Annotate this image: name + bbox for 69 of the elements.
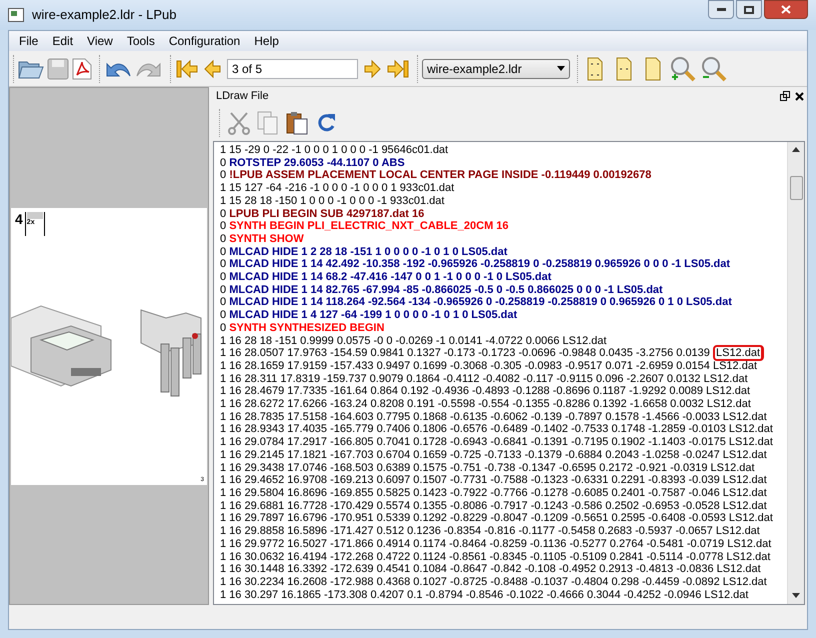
close-button[interactable] [764, 0, 808, 19]
code-line: 0 MLCAD HIDE 1 14 68.2 -47.416 -147 0 0 1 -1 0 0 0 -1 0 LS05.dat [220, 271, 552, 284]
code-line: 0 SYNTH BEGIN PLI_ELECTRIC_NXT_CABLE_20CM 16 [220, 220, 509, 233]
code-line: 0 MLCAD HIDE 1 14 82.765 -67.994 -85 -0.866025 -0.5 0 -0.5 0.866025 0 0 0 -1 LS05.dat [220, 284, 663, 296]
code-line: 1 15 127 -64 -216 -1 0 0 0 -1 0 0 0 1 933c01.dat [220, 182, 454, 195]
menu-item[interactable]: Edit [46, 32, 80, 50]
copy-icon[interactable] [257, 111, 279, 135]
window-title: wire-example2.ldr - LPub [32, 6, 177, 24]
menu-item[interactable]: Tools [120, 32, 161, 50]
code-line: 1 16 28 18 -151 0.9999 0.0575 -0 0 -0.0269 -1 0.0141 -4.0722 0.0066 LS12.dat [220, 334, 607, 348]
zoom-in-icon[interactable] [669, 56, 697, 82]
minimize-button[interactable] [708, 0, 734, 19]
restore-icon[interactable] [780, 91, 790, 101]
menu-item[interactable]: File [13, 32, 44, 50]
scissors-icon[interactable] [227, 111, 251, 135]
code-line: 0 SYNTH SYNTHESIZED BEGIN [220, 322, 384, 335]
code-line: 0 SYNTH SHOW [220, 232, 304, 246]
code-line: 1 16 29.5804 16.8696 -169.855 0.5825 0.1423 -0.7922 -0.7766 -0.1278 -0.6085 0.2401 -0.7587 -0.046 LS12.dat [220, 486, 767, 500]
code-line: 0 MLCAD HIDE 1 2 28 18 -151 1 0 0 0 0 -1 0 1 0 LS05.dat [220, 246, 508, 258]
zoom-out-icon[interactable] [700, 56, 728, 82]
menu-item[interactable]: Configuration [162, 32, 246, 50]
code-line: 1 16 28.6272 17.6266 -163.24 0.8208 0.191 -0.5598 -0.554 -0.1355 -0.8286 0.1392 -1.6658 0.0032 LS12.dat [220, 398, 751, 411]
vertical-scrollbar[interactable] [787, 142, 804, 604]
code-line: 1 15 28 18 -150 1 0 0 0 -1 0 0 0 -1 933c01.dat [220, 194, 444, 208]
close-icon[interactable] [795, 92, 804, 100]
code-line: 0 MLCAD HIDE 1 14 118.264 -92.564 -134 -0.965926 0 -0.258819 -0.258819 0 0.965926 0 1 0 LS05.dat [220, 296, 732, 310]
menu-item[interactable]: Help [248, 32, 285, 50]
code-line: 0 MLCAD HIDE 1 14 42.492 -10.358 -192 -0.965926 -0.258819 0 -0.258819 0.965926 0 0 0 -1 LS05.dat [220, 258, 730, 272]
code-line: 1 16 29.0784 17.2917 -166.805 0.7041 0.1728 -0.6943 -0.6841 -0.1391 -0.7195 0.1902 -1.1403 -0.0175 LS12.dat [220, 436, 773, 449]
code-line: 1 16 28.1659 17.9159 -157.433 0.9497 0.1699 -0.3068 -0.305 -0.0983 -0.9517 0.071 -2.6959 0.0154 LS12.dat [220, 360, 758, 373]
code-line: 0 LPUB PLI BEGIN SUB 4297187.dat 16 [220, 208, 424, 220]
code-line: 1 16 30.1448 16.3392 -172.639 0.4541 0.1084 -0.8647 -0.842 -0.108 -0.4952 0.2913 -0.4813 -0.0836 LS12.dat [220, 563, 761, 576]
code-line: 1 16 28.0507 17.9763 -154.59 0.9841 0.1327 -0.173 -0.1723 -0.0696 -0.9848 0.0435 -3.2756 0.0139 LS12.dat [220, 347, 764, 360]
save-icon[interactable] [47, 58, 69, 80]
last-page-icon[interactable] [386, 58, 410, 80]
code-editor[interactable] [213, 141, 805, 605]
code-line: 0 MLCAD HIDE 1 4 127 -64 -199 1 0 0 0 0 -1 0 1 0 LS05.dat [220, 309, 518, 322]
code-line: 1 16 29.6881 16.7728 -170.429 0.5574 0.1355 -0.8086 -0.7917 -0.1243 -0.586 0.2502 -0.6953 -0.0528 LS12.dat [220, 500, 767, 512]
code-line: 1 16 29.4652 16.9708 -169.213 0.6097 0.1507 -0.7731 -0.7588 -0.1323 -0.6331 0.2291 -0.8393 -0.039 LS12.dat [220, 474, 767, 487]
maximize-button[interactable] [736, 0, 762, 19]
code-line: 0 ROTSTEP 29.6053 -44.1107 0 ABS [220, 156, 405, 170]
code-line: 1 16 28.4679 17.7335 -161.64 0.864 0.192 -0.4936 -0.4893 -0.1288 -0.8696 0.1187 -1.9292 0.0089 LS12.dat [220, 385, 750, 398]
code-line: 1 16 29.8858 16.5896 -171.427 0.512 0.1236 -0.8354 -0.816 -0.1177 -0.5458 0.2683 -0.5937 -0.0657 LS12.dat [220, 525, 760, 538]
pdf-icon[interactable] [72, 58, 92, 80]
code-line: 1 16 29.2145 17.1821 -167.703 0.6704 0.1659 -0.725 -0.7133 -0.1379 -0.6884 0.2043 -1.0258 -0.0247 LS12.dat [220, 448, 767, 462]
menu-item[interactable]: View [81, 32, 119, 50]
scroll-up-icon[interactable] [792, 147, 800, 152]
code-line: 1 15 -29 0 -22 -1 0 0 0 1 0 0 0 -1 95646c01.dat [220, 144, 448, 157]
scroll-down-icon[interactable] [792, 593, 800, 598]
code-line: 1 16 29.9772 16.5027 -171.866 0.4914 0.1174 -0.8464 -0.8259 -0.1136 -0.5277 0.2764 -0.5481 -0.0719 LS12.dat [220, 538, 772, 550]
file-dropdown[interactable]: wire-example2.ldr [422, 58, 570, 78]
paste-icon[interactable] [285, 111, 309, 135]
dropdown-arrow-icon [557, 66, 565, 71]
scrollbar-thumb[interactable] [790, 176, 802, 200]
page-number-field[interactable]: 3 of 5 [227, 58, 358, 78]
dock-title: LDraw File [216, 88, 269, 104]
first-page-icon[interactable] [175, 58, 199, 80]
step-number: 4 [15, 212, 23, 226]
code-line: 1 16 28.7835 17.5158 -164.603 0.7795 0.1868 -0.6135 -0.6062 -0.139 -0.7897 0.1578 -1.4566 -0.0033 LS12.dat [220, 410, 767, 424]
code-line: 1 16 30.297 16.1865 -173.308 0.4207 0.1 -0.8794 -0.8546 -0.1022 -0.4666 0.3044 -0.4252 -0.0946 LS12.dat [220, 588, 748, 602]
code-line: 1 16 28.9343 17.4035 -165.779 0.7406 0.1806 -0.6576 -0.6489 -0.1402 -0.7533 0.1748 -1.2859 -0.0103 LS12.dat [220, 423, 773, 436]
code-line: 1 16 30.0632 16.4194 -172.268 0.4722 0.1124 -0.8561 -0.8345 -0.1105 -0.5109 0.2841 -0.5114 -0.0778 LS12.dat [220, 550, 770, 564]
code-line: 1 16 29.3438 17.0746 -168.503 0.6389 0.1575 -0.751 -0.738 -0.1347 -0.6595 0.2172 -0.921 -0.0319 LS12.dat [220, 462, 755, 474]
code-line: 0 !LPUB ASSEM PLACEMENT LOCAL CENTER PAGE INSIDE -0.119449 0.00192678 [220, 169, 652, 182]
close-icon [781, 5, 791, 14]
code-line: 1 16 29.7897 16.6796 -170.951 0.5339 0.1292 -0.8229 -0.8047 -0.1209 -0.5651 0.2595 -0.6408 -0.0593 LS12.dat [220, 512, 773, 526]
code-line: 1 16 30.2234 16.2608 -172.988 0.4368 0.1027 -0.8725 -0.8488 -0.1037 -0.4804 0.298 -0.4459 -0.0892 LS12.dat [220, 576, 767, 589]
app-icon [8, 8, 24, 22]
code-line: 1 16 28.311 17.8319 -159.737 0.9079 0.1864 -0.4112 -0.4082 -0.117 -0.9115 0.096 -2.2607 0.0132 LS12.dat [220, 372, 748, 386]
